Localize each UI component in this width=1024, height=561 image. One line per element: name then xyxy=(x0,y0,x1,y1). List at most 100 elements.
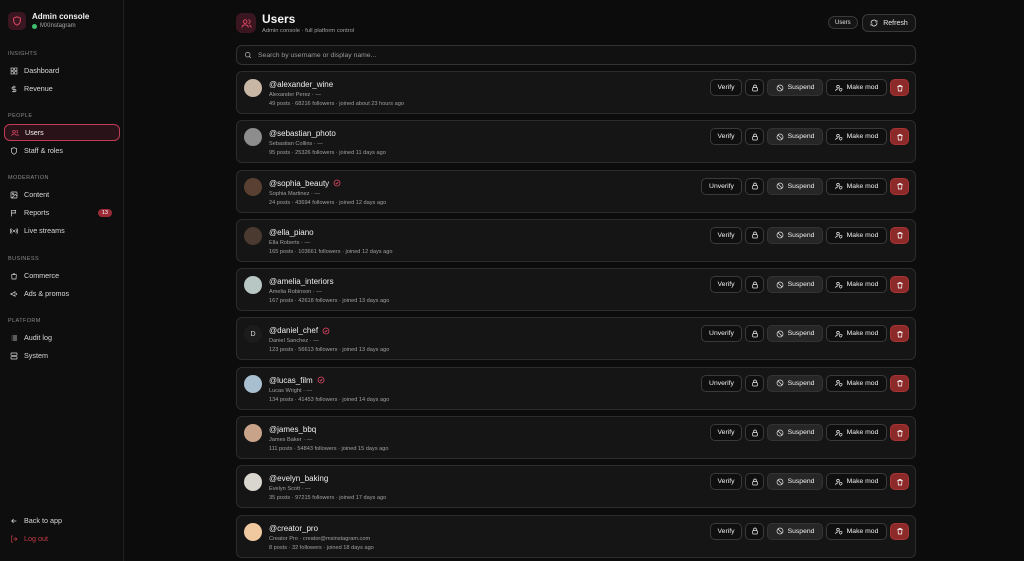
ban-icon xyxy=(776,379,783,387)
suspend-label: Suspend xyxy=(787,527,815,535)
lock-button[interactable] xyxy=(745,79,764,96)
section-label-platform: PLATFORM xyxy=(8,318,41,324)
unverify-button[interactable]: Unverify xyxy=(701,177,742,195)
delete-button[interactable] xyxy=(890,226,909,244)
display-name: Lucas Wright · — xyxy=(269,387,313,394)
suspend-button[interactable]: Suspend xyxy=(767,522,823,540)
server-icon xyxy=(10,352,18,359)
suspend-button[interactable]: Suspend xyxy=(767,424,823,442)
sidebar-item-label: Revenue xyxy=(24,84,53,93)
delete-button[interactable] xyxy=(890,522,909,540)
display-name: Daniel Sanchez · — xyxy=(269,338,319,345)
lock-button[interactable] xyxy=(745,325,764,343)
make-mod-button[interactable]: Make mod xyxy=(826,79,887,96)
make-mod-button[interactable]: Make mod xyxy=(826,177,887,195)
radio-icon xyxy=(10,227,18,234)
lock-button[interactable] xyxy=(745,522,764,540)
search-bar[interactable] xyxy=(236,45,916,65)
delete-button[interactable] xyxy=(890,128,909,146)
verify-button[interactable]: Verify xyxy=(710,424,742,442)
username: @daniel_chef xyxy=(269,326,330,335)
verify-button[interactable]: Verify xyxy=(710,79,742,96)
lock-button[interactable] xyxy=(745,374,764,392)
avatar xyxy=(244,276,262,295)
logout-button[interactable]: Log out xyxy=(4,530,120,547)
user-actions: Unverify Suspend Make mod xyxy=(701,177,909,195)
suspend-button[interactable]: Suspend xyxy=(767,226,823,244)
lock-icon xyxy=(751,133,758,141)
trash-icon xyxy=(896,478,903,486)
verify-button[interactable]: Verify xyxy=(710,226,742,244)
lock-button[interactable] xyxy=(745,226,764,244)
display-name: Evelyn Scott · — xyxy=(269,486,311,493)
make-mod-button[interactable]: Make mod xyxy=(826,226,887,244)
user-actions: Unverify Suspend Make mod xyxy=(701,374,909,392)
delete-button[interactable] xyxy=(890,177,909,195)
back-to-app-link[interactable]: Back to app xyxy=(4,512,120,529)
unverify-button[interactable]: Unverify xyxy=(701,374,742,392)
lock-button[interactable] xyxy=(745,177,764,195)
search-input[interactable] xyxy=(258,51,858,59)
lock-button[interactable] xyxy=(745,473,764,491)
refresh-button[interactable]: Refresh xyxy=(862,14,916,32)
username: @amelia_interiors xyxy=(269,277,334,286)
sidebar-item-dashboard[interactable]: Dashboard xyxy=(4,62,120,79)
make-mod-button[interactable]: Make mod xyxy=(826,325,887,343)
suspend-label: Suspend xyxy=(787,379,815,387)
sidebar-item-revenue[interactable]: Revenue xyxy=(4,80,120,97)
sidebar-item-content[interactable]: Content xyxy=(4,186,120,203)
sidebar-item-users[interactable]: Users xyxy=(4,124,120,141)
make-mod-button[interactable]: Make mod xyxy=(826,374,887,392)
username: @evelyn_baking xyxy=(269,474,328,483)
make-mod-button[interactable]: Make mod xyxy=(826,522,887,540)
sidebar-item-ads-promos[interactable]: Ads & promos xyxy=(4,285,120,302)
user-shield-icon xyxy=(834,429,842,437)
verify-button[interactable]: Verify xyxy=(710,522,742,540)
user-shield-icon xyxy=(834,133,842,141)
make-mod-button[interactable]: Make mod xyxy=(826,276,887,294)
sidebar-item-commerce[interactable]: Commerce xyxy=(4,267,120,284)
suspend-button[interactable]: Suspend xyxy=(767,473,823,491)
verify-button[interactable]: Verify xyxy=(710,128,742,146)
sidebar-item-live-streams[interactable]: Live streams xyxy=(4,222,120,239)
sidebar-item-reports[interactable]: Reports 13 xyxy=(4,204,120,221)
section-label-moderation: MODERATION xyxy=(8,175,49,181)
delete-button[interactable] xyxy=(890,325,909,343)
delete-button[interactable] xyxy=(890,79,909,96)
suspend-button[interactable]: Suspend xyxy=(767,276,823,294)
reports-count-badge: 13 xyxy=(97,208,112,217)
delete-button[interactable] xyxy=(890,374,909,392)
sidebar-item-system[interactable]: System xyxy=(4,347,120,364)
suspend-label: Suspend xyxy=(787,429,815,437)
delete-button[interactable] xyxy=(890,276,909,294)
lock-button[interactable] xyxy=(745,276,764,294)
user-shield-icon xyxy=(834,528,842,535)
lock-button[interactable] xyxy=(745,424,764,442)
user-stats: 167 posts · 42618 followers · joined 13 … xyxy=(269,298,390,305)
suspend-button[interactable]: Suspend xyxy=(767,325,823,343)
username-text: @creator_pro xyxy=(269,523,319,533)
make-mod-button[interactable]: Make mod xyxy=(826,473,887,491)
username-text: @sophia_beauty xyxy=(269,178,330,188)
suspend-button[interactable]: Suspend xyxy=(767,128,823,146)
page-title: Users xyxy=(262,12,296,26)
verify-button[interactable]: Verify xyxy=(710,473,742,491)
unverify-button[interactable]: Unverify xyxy=(701,325,742,343)
sidebar-item-staff-roles[interactable]: Staff & roles xyxy=(4,142,120,159)
lock-button[interactable] xyxy=(745,128,764,146)
suspend-button[interactable]: Suspend xyxy=(767,374,823,392)
sidebar-item-audit-log[interactable]: Audit log xyxy=(4,329,120,346)
ban-icon xyxy=(776,527,783,535)
verify-button[interactable]: Verify xyxy=(710,276,742,294)
make-mod-button[interactable]: Make mod xyxy=(826,424,887,442)
suspend-button[interactable]: Suspend xyxy=(767,79,823,96)
lock-icon xyxy=(751,84,758,91)
trash-icon xyxy=(896,330,903,338)
make-mod-button[interactable]: Make mod xyxy=(826,128,887,146)
suspend-button[interactable]: Suspend xyxy=(767,177,823,195)
sidebar-item-label: Content xyxy=(24,190,50,199)
delete-button[interactable] xyxy=(890,473,909,491)
delete-button[interactable] xyxy=(890,424,909,442)
search-icon xyxy=(244,51,252,59)
ban-icon xyxy=(776,330,783,338)
